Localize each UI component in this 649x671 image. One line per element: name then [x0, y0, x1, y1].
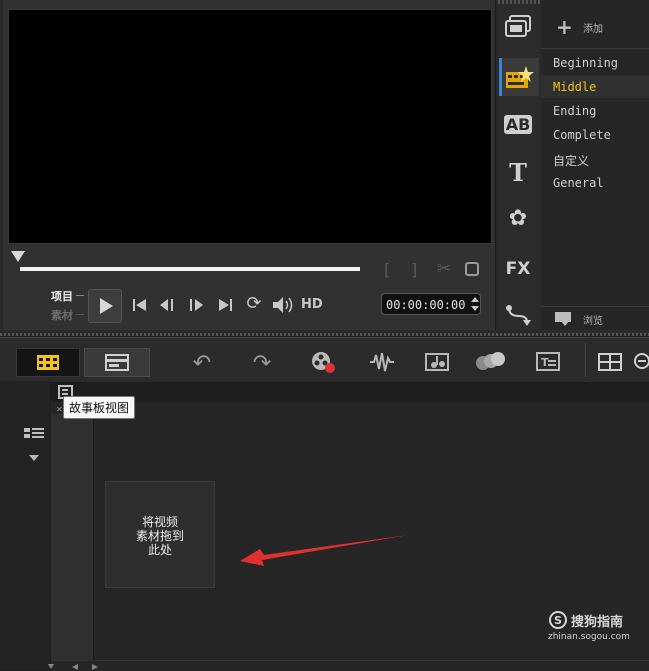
repeat-icon[interactable]: ⟳ [243, 293, 265, 314]
track-manager-strip [0, 381, 50, 670]
library-item-general[interactable]: General [553, 176, 604, 190]
storyboard-icon [37, 355, 59, 370]
library-item-beginning[interactable]: Beginning [553, 56, 618, 70]
add-icon[interactable]: + [556, 15, 573, 39]
timecode-spinner-icon[interactable] [470, 296, 480, 312]
play-button[interactable] [88, 289, 122, 323]
mode-indicator [76, 295, 84, 296]
svg-text:T: T [541, 356, 549, 369]
preview-screen [8, 9, 492, 244]
watermark: S 搜狗指南 zhinan.sogou.com [548, 610, 630, 642]
library-item-custom[interactable]: 自定义 [553, 152, 589, 169]
mode-clip[interactable]: 素材 [51, 307, 73, 323]
graphic-icon[interactable]: ✿ [503, 206, 533, 232]
storyboard-view-button[interactable] [16, 348, 80, 377]
enlarge-preview-icon[interactable] [465, 262, 479, 276]
library-item-ending[interactable]: Ending [553, 104, 596, 118]
timeline-view-icon [105, 354, 129, 371]
mark-in-icon[interactable]: [ [384, 260, 390, 279]
filter-icon[interactable]: FX [503, 256, 533, 282]
drop-hint-text: 将视频 素材拖到 此处 [135, 515, 184, 557]
subtitle-editor-icon[interactable]: T [535, 351, 563, 373]
next-frame-icon[interactable] [186, 297, 206, 313]
path-icon[interactable] [505, 304, 533, 326]
home-icon[interactable] [131, 297, 149, 313]
library-divider [541, 306, 649, 307]
storyboard-header [51, 414, 94, 660]
auto-music-icon[interactable] [424, 350, 452, 374]
transition-icon[interactable]: AB [503, 112, 533, 138]
add-label[interactable]: 添加 [583, 20, 603, 35]
toolbar-divider [585, 343, 586, 377]
close-icon[interactable]: ✕ [56, 405, 63, 414]
zoom-out-icon[interactable] [632, 351, 649, 373]
mark-out-icon[interactable]: ] [411, 260, 417, 279]
multi-camera-icon[interactable] [597, 351, 623, 373]
mode-indicator [76, 314, 84, 315]
track-manager-icon[interactable] [22, 426, 48, 440]
media-icon[interactable] [504, 14, 532, 38]
navigation-arrows-icon[interactable] [34, 663, 104, 670]
watermark-brand: 搜狗指南 [571, 614, 624, 630]
browse-icon[interactable] [553, 309, 575, 327]
redo-icon[interactable]: ↷ [247, 351, 277, 376]
split-clip-icon[interactable]: ✂ [437, 259, 451, 279]
scrubber-track[interactable] [20, 267, 360, 271]
library-item-middle[interactable]: Middle [553, 80, 596, 94]
scrubber-handle[interactable] [11, 251, 25, 262]
undo-icon[interactable]: ↶ [187, 351, 217, 376]
storyboard-view-tooltip: 故事板视图 [63, 396, 136, 419]
mode-project[interactable]: 项目 [51, 288, 73, 304]
motion-tracking-icon[interactable] [474, 350, 506, 374]
sound-mixer-icon[interactable] [368, 351, 396, 373]
record-capture-icon[interactable] [309, 349, 337, 375]
timecode-field[interactable]: 00:00:00:00 [381, 293, 481, 315]
library-divider [541, 48, 649, 49]
previous-frame-icon[interactable] [158, 297, 178, 313]
end-icon[interactable] [216, 297, 234, 313]
horizontal-scrollbar[interactable] [51, 660, 649, 671]
title-icon[interactable]: T [503, 160, 533, 186]
volume-icon[interactable] [271, 295, 295, 315]
sogou-logo-icon: S [549, 611, 567, 629]
library-item-complete[interactable]: Complete [553, 128, 611, 142]
panel-grip [0, 333, 649, 336]
chevron-down-icon[interactable] [27, 453, 41, 463]
play-icon [100, 298, 113, 314]
svg-text:S: S [554, 614, 562, 627]
instant-project-icon[interactable] [504, 64, 534, 90]
watermark-url: zhinan.sogou.com [548, 632, 630, 642]
timeline-view-button[interactable] [84, 348, 150, 377]
hd-toggle[interactable]: HD [301, 297, 323, 312]
browse-label[interactable]: 浏览 [583, 312, 603, 327]
red-arrow-annotation [240, 535, 408, 566]
